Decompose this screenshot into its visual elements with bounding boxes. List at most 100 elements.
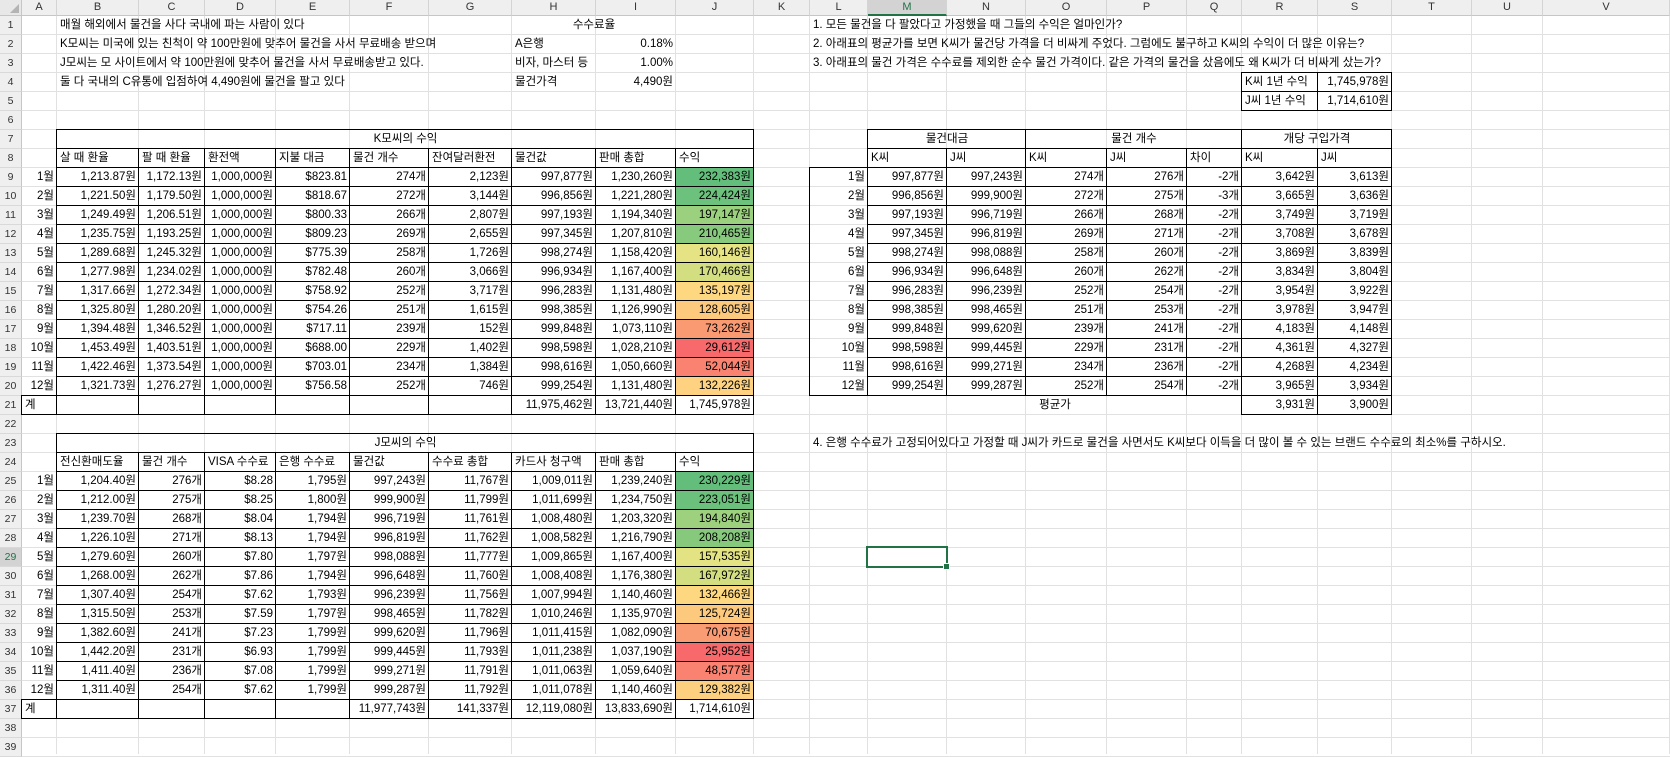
row-header-21[interactable]: 21	[0, 396, 22, 415]
column-header-J[interactable]: J	[676, 0, 754, 16]
row-header-7[interactable]: 7	[0, 130, 22, 149]
cmp-month: 8월	[848, 304, 865, 316]
j-table-month: 9월	[37, 627, 54, 639]
row-header-19[interactable]: 19	[0, 358, 22, 377]
cell-border	[809, 395, 868, 396]
fee-value: 1.00%	[640, 57, 673, 69]
row-header-9[interactable]: 9	[0, 168, 22, 187]
column-header-S[interactable]: S	[1318, 0, 1392, 16]
row-header-23[interactable]: 23	[0, 434, 22, 453]
cell-border	[595, 148, 596, 415]
j-table-month: 12월	[30, 684, 54, 696]
cell-border	[675, 452, 676, 719]
column-header-L[interactable]: L	[810, 0, 868, 16]
column-header-C[interactable]: C	[139, 0, 205, 16]
row-header-30[interactable]: 30	[0, 567, 22, 586]
row-header-5[interactable]: 5	[0, 92, 22, 111]
column-header-Q[interactable]: Q	[1187, 0, 1242, 16]
k-table-month: 1월	[37, 171, 54, 183]
column-header-K[interactable]: K	[754, 0, 810, 16]
row-header-32[interactable]: 32	[0, 605, 22, 624]
row-header-16[interactable]: 16	[0, 301, 22, 320]
row-header-11[interactable]: 11	[0, 206, 22, 225]
row-header-18[interactable]: 18	[0, 339, 22, 358]
row-header-36[interactable]: 36	[0, 681, 22, 700]
row-header-4[interactable]: 4	[0, 73, 22, 92]
cell-border	[138, 452, 139, 719]
row-header-14[interactable]: 14	[0, 263, 22, 282]
column-header-B[interactable]: B	[57, 0, 139, 16]
select-all-triangle-icon	[10, 4, 19, 13]
cell-border	[56, 547, 754, 548]
row-header-35[interactable]: 35	[0, 662, 22, 681]
gridline	[22, 737, 1670, 738]
cell-border	[809, 167, 868, 168]
column-header-A[interactable]: A	[22, 0, 57, 16]
cell-border	[56, 395, 57, 415]
column-header-D[interactable]: D	[205, 0, 276, 16]
column-header-P[interactable]: P	[1107, 0, 1187, 16]
column-header-M[interactable]: M	[868, 0, 947, 16]
cell-border	[21, 395, 22, 415]
cell-border	[56, 471, 754, 472]
cell-border	[1106, 148, 1107, 396]
fill-handle[interactable]	[943, 563, 950, 570]
intro-text-line: 매월 해외에서 물건을 사다 국내에 파는 사람이 있다	[60, 19, 305, 31]
row-header-39[interactable]: 39	[0, 738, 22, 757]
row-header-1[interactable]: 1	[0, 16, 22, 35]
cmp-month: 4월	[848, 228, 865, 240]
select-all-corner[interactable]	[0, 0, 22, 16]
row-header-12[interactable]: 12	[0, 225, 22, 244]
cell-border	[56, 642, 754, 643]
row-header-31[interactable]: 31	[0, 586, 22, 605]
row-header-13[interactable]: 13	[0, 244, 22, 263]
cell-border	[56, 490, 754, 491]
column-header-N[interactable]: N	[947, 0, 1026, 16]
column-header-V[interactable]: V	[1543, 0, 1670, 16]
row-header-33[interactable]: 33	[0, 624, 22, 643]
j-total-value: 13,833,690원	[604, 703, 673, 715]
column-header-U[interactable]: U	[1472, 0, 1543, 16]
j-table-month: 8월	[37, 608, 54, 620]
row-header-28[interactable]: 28	[0, 529, 22, 548]
column-header-R[interactable]: R	[1242, 0, 1318, 16]
row-header-34[interactable]: 34	[0, 643, 22, 662]
column-header-H[interactable]: H	[512, 0, 596, 16]
row-header-26[interactable]: 26	[0, 491, 22, 510]
intro-text-line: K모씨는 미국에 있는 친척이 약 100만원에 맞추어 물건을 사서 무료배송…	[60, 38, 437, 50]
row-header-20[interactable]: 20	[0, 377, 22, 396]
column-header-O[interactable]: O	[1026, 0, 1107, 16]
k-total-value: 11,975,462원	[525, 399, 593, 411]
column-header-T[interactable]: T	[1392, 0, 1472, 16]
cell-border	[138, 148, 139, 415]
cell-border	[204, 452, 205, 719]
column-header-E[interactable]: E	[276, 0, 350, 16]
row-header-8[interactable]: 8	[0, 149, 22, 168]
question-text: 3. 아래표의 물건 가격은 수수료를 제외한 순수 물건 가격이다. 같은 가…	[813, 57, 1381, 69]
row-header-17[interactable]: 17	[0, 320, 22, 339]
row-header-2[interactable]: 2	[0, 35, 22, 54]
column-header-G[interactable]: G	[429, 0, 512, 16]
column-header-I[interactable]: I	[596, 0, 676, 16]
cell-border	[56, 338, 754, 339]
row-header-22[interactable]: 22	[0, 415, 22, 434]
k-table-month: 10월	[30, 342, 54, 354]
row-header-25[interactable]: 25	[0, 472, 22, 491]
row-header-6[interactable]: 6	[0, 111, 22, 130]
selected-cell-cursor[interactable]	[866, 546, 950, 570]
cell-border	[1317, 148, 1318, 396]
row-header-27[interactable]: 27	[0, 510, 22, 529]
spreadsheet-grid[interactable]: A B C D E F G H I J K L M N O P Q R S T U V 1 2 3 4 5 6 7 8 9 10 11 12 13 1…	[0, 0, 1670, 757]
row-header-38[interactable]: 38	[0, 719, 22, 738]
row-header-15[interactable]: 15	[0, 282, 22, 301]
gridline	[1542, 16, 1543, 754]
j-table-month: 5월	[37, 551, 54, 563]
cell-border	[753, 699, 754, 719]
cell-border	[428, 452, 429, 719]
row-header-29[interactable]: 29	[0, 548, 22, 567]
row-header-37[interactable]: 37	[0, 700, 22, 719]
row-header-3[interactable]: 3	[0, 54, 22, 73]
row-header-24[interactable]: 24	[0, 453, 22, 472]
row-header-10[interactable]: 10	[0, 187, 22, 206]
column-header-F[interactable]: F	[350, 0, 429, 16]
